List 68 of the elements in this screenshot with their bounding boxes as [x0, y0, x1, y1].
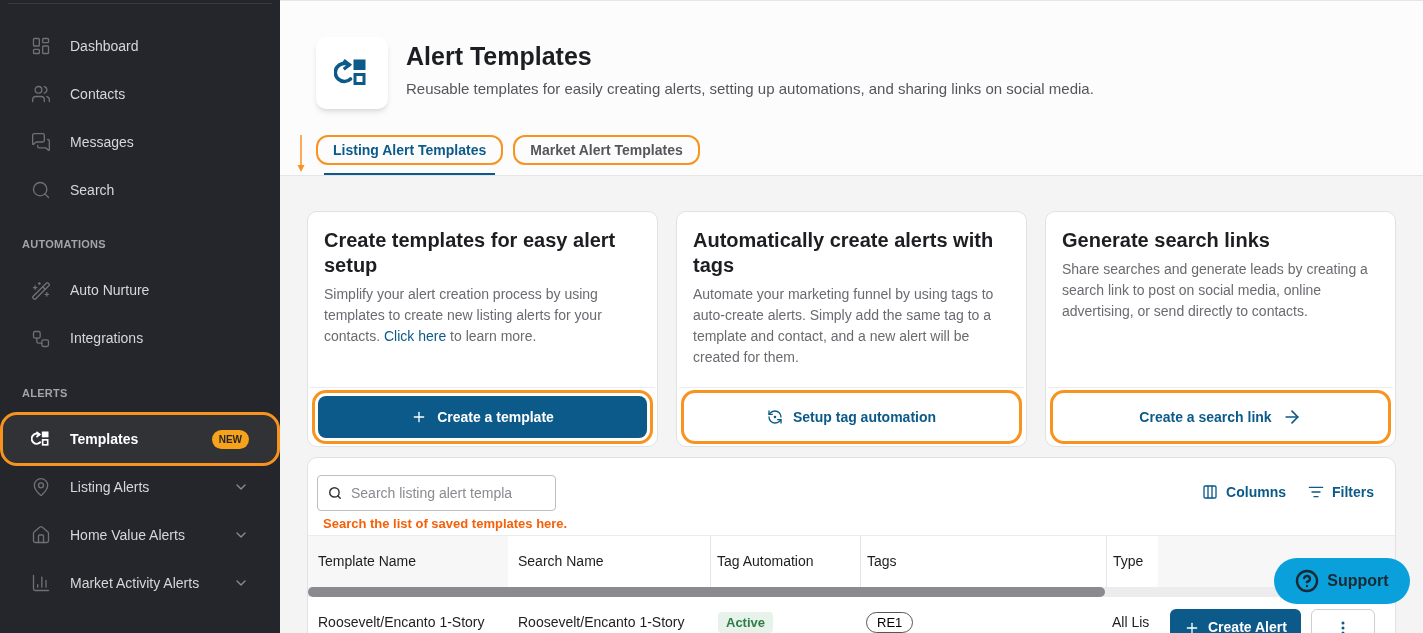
- sidebar-label: Templates: [70, 429, 140, 449]
- tab[interactable]: Market Alert Templates: [513, 135, 700, 165]
- sidebar-label: Integrations: [70, 329, 145, 348]
- sidebar-item[interactable]: Listing Alerts: [3, 463, 277, 511]
- status-badge: Active: [718, 611, 774, 633]
- section-heading: AUTOMATIONS: [21, 237, 107, 252]
- column-header: Type: [1113, 551, 1144, 571]
- sidebar-item[interactable]: Market Activity Alerts: [3, 559, 277, 607]
- dashboard-icon: [31, 36, 51, 56]
- learn-more-link[interactable]: Click here: [383, 328, 447, 344]
- integrations-icon: [31, 328, 51, 349]
- sidebar-item[interactable]: Integrations: [3, 314, 277, 363]
- sidebar-label: Home Value Alerts: [70, 525, 186, 545]
- sidebar-label: Contacts: [70, 84, 127, 104]
- sidebar-item[interactable]: Dashboard: [3, 22, 277, 70]
- search-icon: [328, 486, 342, 500]
- page-subtitle: Reusable templates for easily creating alerts, setting up automations, and sharing links on social media.: [406, 78, 1094, 99]
- sidebar-label: Auto Nurture: [70, 281, 151, 300]
- annotation-arrow: [297, 135, 305, 173]
- sidebar-item[interactable]: Templates NEW: [3, 415, 277, 463]
- sidebar-item[interactable]: Messages: [3, 118, 277, 166]
- card-title: Generate search links: [1062, 228, 1271, 253]
- house-icon: [31, 525, 51, 545]
- sidebar-item[interactable]: Auto Nurture: [3, 266, 277, 315]
- table-cell: Roosevelt/Encanto 1-Story: [318, 613, 485, 630]
- sidebar-item[interactable]: Search: [3, 166, 277, 214]
- columns-icon: [1202, 484, 1219, 500]
- card-title: Create templates for easy alert setup: [324, 228, 617, 278]
- page-title: Alert Templates: [406, 41, 593, 72]
- sidebar-label: Search: [70, 180, 116, 200]
- search-field[interactable]: Search listing alert templa: [317, 475, 556, 511]
- card-button[interactable]: Create a template: [318, 396, 647, 438]
- table-cell: Roosevelt/Encanto 1-Story: [518, 613, 685, 630]
- bar-chart-icon: [31, 573, 51, 593]
- card-description: Automate your marketing funnel by using tags to auto-create alerts. Simply add the same tag to a template and contact, and a new alert will be created for them.: [693, 285, 995, 367]
- map-pin-icon: [31, 477, 51, 497]
- messages-icon: [31, 132, 51, 152]
- toolbar-button[interactable]: Filters: [1308, 481, 1374, 503]
- section-heading: ALERTS: [21, 385, 69, 401]
- sidebar-label: Dashboard: [70, 36, 140, 56]
- create-alert-button[interactable]: Create Alert: [1170, 608, 1301, 633]
- scrollbar-thumb[interactable]: [308, 586, 1105, 597]
- toolbar-button[interactable]: Columns: [1202, 481, 1286, 503]
- sidebar-label: Listing Alerts: [70, 477, 151, 497]
- column-header: Template Name: [318, 551, 417, 571]
- tab[interactable]: Listing Alert Templates: [316, 135, 504, 165]
- sidebar-item[interactable]: Contacts: [3, 70, 277, 118]
- card-description: Share searches and generate leads by creating a search link to post on social media, online advertising, or send directly to contacts.: [1062, 260, 1369, 321]
- sidebar-item[interactable]: Home Value Alerts: [3, 511, 277, 559]
- column-header: Tag Automation: [717, 551, 814, 571]
- table-cell: All Lis: [1112, 613, 1150, 630]
- card-description: Simplify your alert creation process by using templates to create new listing alerts for your contacts. Click here to learn more.: [324, 285, 603, 346]
- column-header: Search Name: [518, 551, 604, 571]
- annotation-text: Search the list of saved templates here.: [322, 515, 569, 533]
- new-badge: NEW: [211, 429, 249, 449]
- sidebar-label: Market Activity Alerts: [70, 573, 201, 593]
- help-icon: [1295, 569, 1320, 593]
- users-icon: [31, 84, 51, 104]
- search-icon: [31, 180, 51, 200]
- templates-icon: [31, 429, 51, 449]
- column-header: Tags: [867, 551, 897, 571]
- automation-icon: [766, 409, 783, 425]
- more-icon: [1340, 620, 1345, 633]
- sidebar-label: Messages: [70, 132, 135, 152]
- support-button[interactable]: Support: [1274, 558, 1410, 604]
- card-title: Automatically create alerts with tags: [693, 228, 995, 278]
- filter-icon: [1308, 484, 1324, 500]
- magic-wand-icon: [31, 280, 51, 301]
